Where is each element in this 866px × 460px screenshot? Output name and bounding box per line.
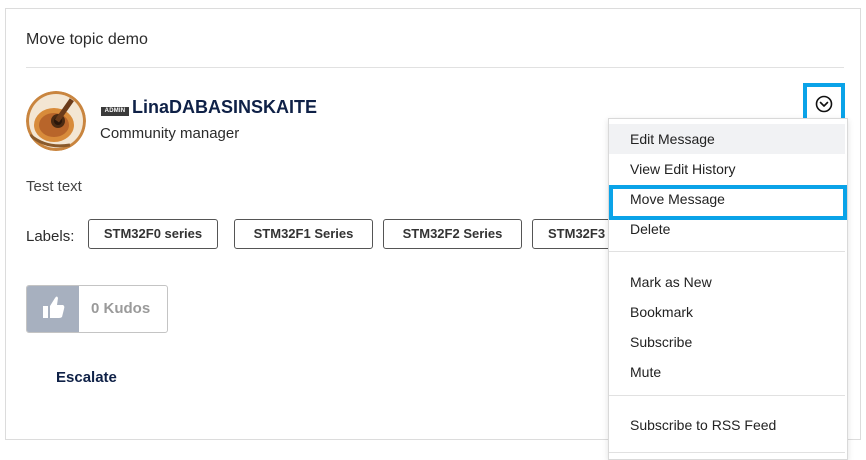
kudos-widget: 0 Kudos xyxy=(26,285,168,333)
options-dropdown-menu: Edit Message View Edit History Move Mess… xyxy=(608,118,848,460)
thumbs-up-icon xyxy=(43,296,65,318)
menu-divider xyxy=(609,251,845,252)
menu-divider xyxy=(609,395,845,396)
menu-item-mark-as-new[interactable]: Mark as New xyxy=(609,267,845,297)
chevron-down-circle-icon xyxy=(815,95,833,113)
author-role: Community manager xyxy=(100,125,240,142)
admin-badge: ADMIN xyxy=(101,107,129,116)
author-name[interactable]: LinaDABASINSKAITE xyxy=(132,97,317,118)
topic-title: Move topic demo xyxy=(26,31,148,48)
message-body: Test text xyxy=(26,178,82,195)
avatar[interactable] xyxy=(26,91,86,151)
menu-item-edit-message[interactable]: Edit Message xyxy=(609,124,845,154)
label-chip[interactable]: STM32F1 Series xyxy=(234,219,373,249)
menu-item-delete[interactable]: Delete xyxy=(609,214,845,244)
escalate-link[interactable]: Escalate xyxy=(56,369,117,386)
kudos-button[interactable] xyxy=(27,286,79,332)
label-chip[interactable]: STM32F2 Series xyxy=(383,219,522,249)
avatar-image xyxy=(26,91,86,151)
menu-item-mute[interactable]: Mute xyxy=(609,357,845,387)
label-chip[interactable]: STM32F3 xyxy=(532,219,612,249)
menu-item-bookmark[interactable]: Bookmark xyxy=(609,297,845,327)
label-chip[interactable]: STM32F0 series xyxy=(88,219,218,249)
menu-item-move-message[interactable]: Move Message xyxy=(609,184,845,214)
labels-caption: Labels: xyxy=(26,228,75,245)
menu-divider xyxy=(609,452,845,453)
menu-item-subscribe[interactable]: Subscribe xyxy=(609,327,845,357)
menu-item-view-edit-history[interactable]: View Edit History xyxy=(609,154,845,184)
menu-item-subscribe-rss[interactable]: Subscribe to RSS Feed xyxy=(609,410,845,440)
divider xyxy=(26,67,844,68)
kudos-count: 0 Kudos xyxy=(91,300,151,317)
